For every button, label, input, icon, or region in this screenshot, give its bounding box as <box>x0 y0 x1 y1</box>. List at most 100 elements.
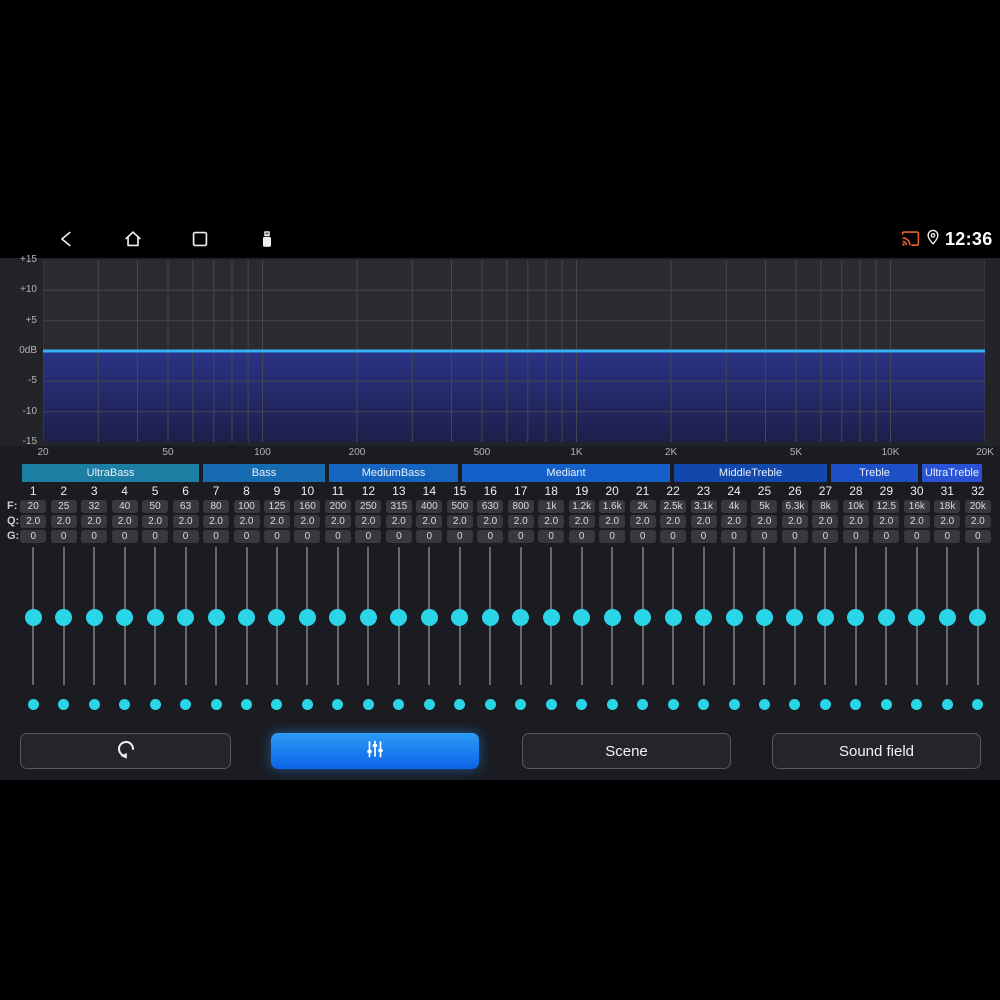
channel-dot[interactable] <box>271 699 283 710</box>
freq-value-chip[interactable]: 500 <box>446 500 473 513</box>
gain-slider[interactable] <box>597 545 627 687</box>
channel-dot[interactable] <box>789 699 801 710</box>
slider-knob[interactable] <box>207 608 225 626</box>
gain-value-chip[interactable]: 0 <box>446 530 473 543</box>
gain-slider[interactable] <box>414 545 444 687</box>
band-group-ultratreble[interactable]: UltraTreble <box>922 464 982 482</box>
gain-slider[interactable] <box>780 545 810 687</box>
q-value-chip[interactable]: 2.0 <box>324 515 351 528</box>
freq-value-chip[interactable]: 125 <box>263 500 290 513</box>
gain-slider[interactable] <box>932 545 962 687</box>
freq-value-chip[interactable]: 12.5 <box>873 500 900 513</box>
q-value-chip[interactable]: 2.0 <box>721 515 748 528</box>
gain-slider[interactable] <box>871 545 901 687</box>
channel-dot[interactable] <box>27 699 39 710</box>
gain-slider[interactable] <box>627 545 657 687</box>
gain-value-chip[interactable]: 0 <box>873 530 900 543</box>
q-value-chip[interactable]: 2.0 <box>111 515 138 528</box>
gain-value-chip[interactable]: 0 <box>568 530 595 543</box>
channel-dot[interactable] <box>698 699 710 710</box>
gain-slider[interactable] <box>201 545 231 687</box>
channel-dot[interactable] <box>819 699 831 710</box>
gain-slider[interactable] <box>749 545 779 687</box>
freq-value-chip[interactable]: 8k <box>812 500 839 513</box>
channel-dot[interactable] <box>515 699 527 710</box>
q-value-chip[interactable]: 2.0 <box>507 515 534 528</box>
q-value-chip[interactable]: 2.0 <box>660 515 687 528</box>
channel-dot[interactable] <box>941 699 953 710</box>
slider-knob[interactable] <box>116 608 134 626</box>
channel-dot[interactable] <box>850 699 862 710</box>
gain-slider[interactable] <box>658 545 688 687</box>
gain-slider[interactable] <box>719 545 749 687</box>
gain-slider[interactable] <box>262 545 292 687</box>
q-value-chip[interactable]: 2.0 <box>142 515 169 528</box>
gain-value-chip[interactable]: 0 <box>721 530 748 543</box>
gain-slider[interactable] <box>810 545 840 687</box>
freq-value-chip[interactable]: 200 <box>324 500 351 513</box>
freq-value-chip[interactable]: 20 <box>20 500 47 513</box>
slider-knob[interactable] <box>85 608 103 626</box>
slider-knob[interactable] <box>390 608 408 626</box>
gain-value-chip[interactable]: 0 <box>964 530 991 543</box>
freq-value-chip[interactable]: 100 <box>233 500 260 513</box>
reset-button[interactable] <box>20 733 231 769</box>
q-value-chip[interactable]: 2.0 <box>568 515 595 528</box>
gain-slider[interactable] <box>109 545 139 687</box>
freq-value-chip[interactable]: 1.2k <box>568 500 595 513</box>
q-value-chip[interactable]: 2.0 <box>233 515 260 528</box>
freq-value-chip[interactable]: 63 <box>172 500 199 513</box>
q-value-chip[interactable]: 2.0 <box>385 515 412 528</box>
channel-dot[interactable] <box>119 699 131 710</box>
freq-value-chip[interactable]: 40 <box>111 500 138 513</box>
freq-value-chip[interactable]: 1k <box>538 500 565 513</box>
freq-value-chip[interactable]: 630 <box>477 500 504 513</box>
freq-value-chip[interactable]: 32 <box>81 500 108 513</box>
slider-knob[interactable] <box>298 608 316 626</box>
freq-value-chip[interactable]: 2.5k <box>660 500 687 513</box>
gain-value-chip[interactable]: 0 <box>507 530 534 543</box>
gain-slider[interactable] <box>384 545 414 687</box>
slider-knob[interactable] <box>481 608 499 626</box>
band-group-treble[interactable]: Treble <box>831 464 918 482</box>
channel-dot[interactable] <box>88 699 100 710</box>
slider-knob[interactable] <box>634 608 652 626</box>
slider-knob[interactable] <box>725 608 743 626</box>
slider-knob[interactable] <box>24 608 42 626</box>
q-value-chip[interactable]: 2.0 <box>781 515 808 528</box>
gain-value-chip[interactable]: 0 <box>203 530 230 543</box>
freq-value-chip[interactable]: 50 <box>142 500 169 513</box>
gain-value-chip[interactable]: 0 <box>660 530 687 543</box>
gain-value-chip[interactable]: 0 <box>324 530 351 543</box>
slider-knob[interactable] <box>603 608 621 626</box>
freq-value-chip[interactable]: 5k <box>751 500 778 513</box>
slider-knob[interactable] <box>451 608 469 626</box>
back-button[interactable] <box>56 228 78 250</box>
freq-value-chip[interactable]: 18k <box>934 500 961 513</box>
channel-dot[interactable] <box>606 699 618 710</box>
gain-slider[interactable] <box>18 545 48 687</box>
slider-knob[interactable] <box>786 608 804 626</box>
gain-slider[interactable] <box>506 545 536 687</box>
q-value-chip[interactable]: 2.0 <box>20 515 47 528</box>
channel-dot[interactable] <box>393 699 405 710</box>
gain-slider[interactable] <box>688 545 718 687</box>
gain-value-chip[interactable]: 0 <box>629 530 656 543</box>
channel-dot[interactable] <box>637 699 649 710</box>
channel-dot[interactable] <box>423 699 435 710</box>
q-value-chip[interactable]: 2.0 <box>50 515 77 528</box>
q-value-chip[interactable]: 2.0 <box>172 515 199 528</box>
gain-value-chip[interactable]: 0 <box>111 530 138 543</box>
gain-value-chip[interactable]: 0 <box>263 530 290 543</box>
slider-knob[interactable] <box>908 608 926 626</box>
gain-value-chip[interactable]: 0 <box>50 530 77 543</box>
q-value-chip[interactable]: 2.0 <box>203 515 230 528</box>
band-group-ultrabass[interactable]: UltraBass <box>22 464 199 482</box>
q-value-chip[interactable]: 2.0 <box>81 515 108 528</box>
gain-slider[interactable] <box>902 545 932 687</box>
q-value-chip[interactable]: 2.0 <box>263 515 290 528</box>
gain-value-chip[interactable]: 0 <box>751 530 778 543</box>
gain-slider[interactable] <box>475 545 505 687</box>
freq-value-chip[interactable]: 25 <box>50 500 77 513</box>
gain-value-chip[interactable]: 0 <box>20 530 47 543</box>
